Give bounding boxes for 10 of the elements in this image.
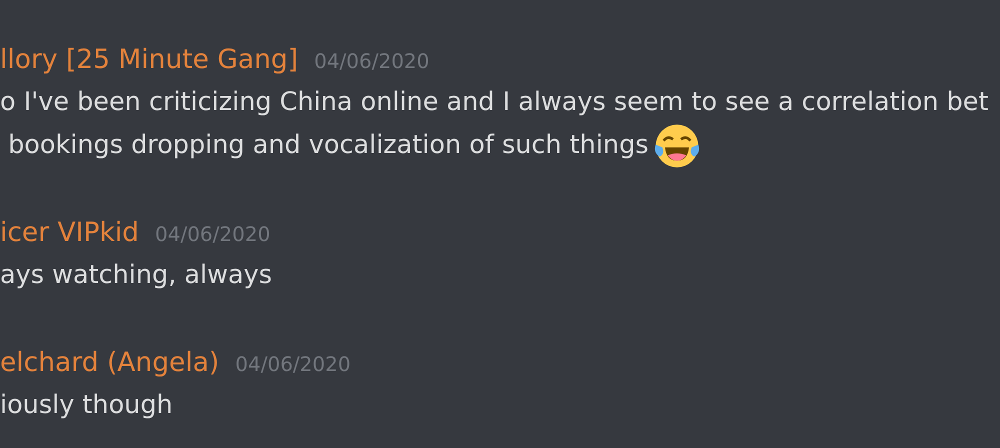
timestamp: 04/06/2020 <box>155 221 270 248</box>
message-text: ays watching, always <box>0 259 272 292</box>
message-text: bookings dropping and vocalization of such things <box>7 129 649 162</box>
timestamp: 04/06/2020 <box>235 351 351 378</box>
username[interactable]: elchard (Angela) <box>0 341 220 384</box>
username[interactable]: llory [25 Minute Gang] <box>0 38 298 81</box>
message-text: iously though <box>0 389 173 422</box>
timestamp: 04/06/2020 <box>314 48 430 75</box>
username[interactable]: icer VIPkid <box>0 211 140 254</box>
message-text: o I've been criticizing China online and I always seem to see a correlation bet <box>0 86 988 119</box>
